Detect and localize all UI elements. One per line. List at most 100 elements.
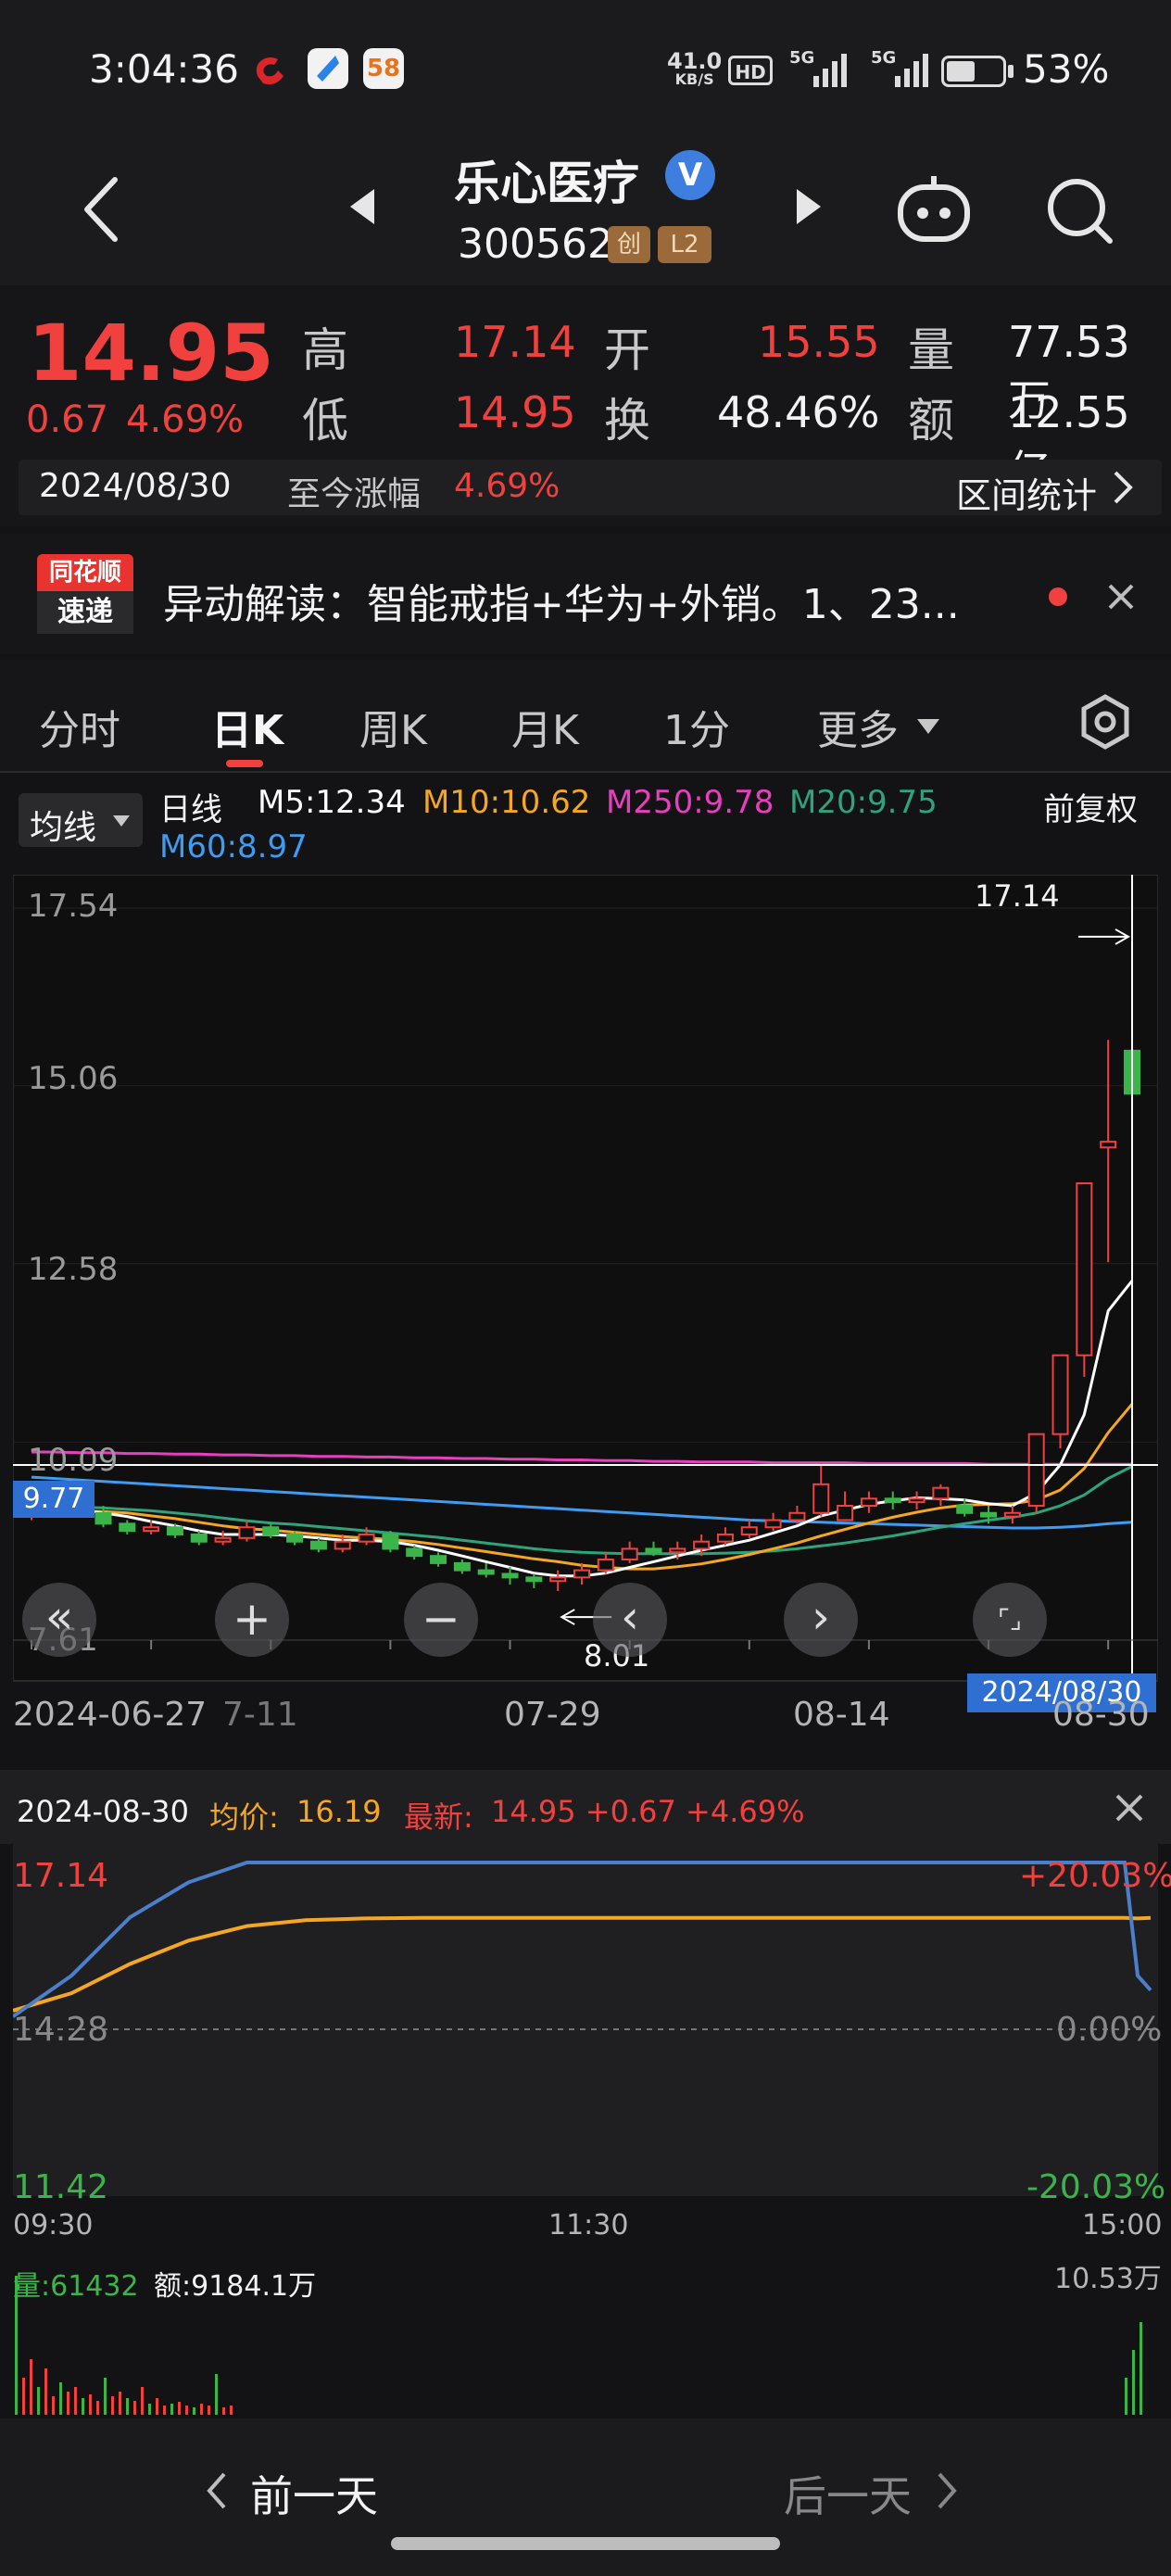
- robot-assistant-icon[interactable]: [895, 174, 973, 248]
- quote-panel: 14.95 0.67 4.69% 高 17.14 开 15.55 量 77.53…: [0, 285, 1171, 526]
- status-bar: 3:04:36 58 41.0 KB/S HD 5G 5G 53%: [0, 0, 1171, 139]
- volume-label: 量:61432: [13, 2270, 139, 2303]
- kchart-xtick-1: 7-11: [222, 1696, 298, 1734]
- scroll-left-button[interactable]: ‹: [593, 1583, 667, 1657]
- candle-body: [573, 1569, 591, 1579]
- volume-bar: [96, 2401, 99, 2415]
- stock-name: 乐心医疗: [454, 157, 639, 210]
- candle-body: [693, 1540, 711, 1550]
- high-marker-label: 17.14: [975, 878, 1060, 914]
- unread-dot: [1049, 587, 1067, 606]
- stock-code: 300562: [458, 221, 613, 268]
- intraday-time-2: 15:00: [1082, 2209, 1163, 2241]
- volume-label: 量: [908, 323, 954, 377]
- candle-body: [382, 1533, 399, 1550]
- volume-bar: [170, 2404, 173, 2415]
- tab-more[interactable]: 更多: [817, 697, 899, 756]
- candle-body: [190, 1533, 208, 1543]
- tab-weekly-k[interactable]: 周K: [359, 697, 427, 756]
- volume-bar: [126, 2398, 129, 2415]
- candle-body: [238, 1526, 256, 1539]
- volume-bar: [74, 2387, 77, 2415]
- volume-bar: [111, 2396, 114, 2415]
- battery-tip: [1008, 65, 1014, 78]
- volume-bar: [82, 2398, 84, 2415]
- open-label: 开: [604, 323, 650, 377]
- candle-body: [740, 1526, 758, 1535]
- 58-app-icon: 58: [363, 48, 404, 89]
- fullscreen-button[interactable]: ⌜⌟: [973, 1583, 1047, 1657]
- close-icon[interactable]: [1104, 580, 1138, 617]
- kchart-ytick-2: 12.58: [28, 1251, 119, 1288]
- chevron-right-icon: [1112, 469, 1134, 510]
- kchart-ytick-3: 10.09: [28, 1442, 119, 1479]
- volume-bar: [37, 2387, 40, 2415]
- candle-body: [549, 1576, 567, 1583]
- candle-body: [1076, 1181, 1093, 1357]
- intraday-right-tick-2: -20.03%: [1026, 2168, 1166, 2206]
- chevron-right-icon: [936, 2470, 960, 2515]
- ma-select[interactable]: 均线: [19, 793, 143, 847]
- ma20-label: M20:9.75: [789, 784, 938, 821]
- tab-daily-k[interactable]: 日K: [211, 697, 283, 756]
- ma10-label: M10:10.62: [422, 784, 591, 821]
- close-icon[interactable]: [1114, 1792, 1145, 1827]
- tab-intraday[interactable]: 分时: [39, 697, 120, 756]
- price-change-pct: 4.69%: [126, 398, 245, 441]
- candle-body: [669, 1547, 686, 1554]
- back-button[interactable]: [78, 172, 124, 250]
- candle-body: [358, 1533, 375, 1543]
- candle-body: [621, 1547, 638, 1561]
- intraday-avg-label: 均价:: [209, 1799, 279, 1835]
- prev-stock-button[interactable]: [346, 185, 378, 232]
- kchart-xtick-2: 07-29: [504, 1696, 601, 1734]
- caret-down-icon: [915, 717, 941, 739]
- intraday-chart[interactable]: [13, 1844, 1158, 2205]
- scroll-right-button[interactable]: ›: [784, 1583, 858, 1657]
- volume-bar: [193, 2407, 195, 2415]
- kline-type: 日线: [159, 791, 222, 828]
- settings-icon[interactable]: [1077, 693, 1134, 754]
- next-day-button[interactable]: 后一天: [784, 2463, 912, 2524]
- intraday-left-tick-1: 14.28: [13, 2011, 109, 2049]
- volume-bar: [1125, 2378, 1127, 2415]
- open-value: 15.55: [758, 317, 880, 367]
- candle-body: [525, 1576, 543, 1583]
- date-bar[interactable]: 2024/08/30 至今涨幅 4.69% 区间统计: [19, 460, 1162, 518]
- volume-bar: [22, 2378, 25, 2415]
- since-value: 4.69%: [454, 467, 560, 505]
- ma-legend: 均线 日线 M5:12.34 M10:10.62 M250:9.78 M20:9…: [0, 773, 1171, 875]
- prev-day-button[interactable]: 前一天: [250, 2463, 378, 2524]
- volume-bar: [163, 2406, 166, 2415]
- volume-bar: [133, 2401, 136, 2415]
- candle-body: [214, 1536, 232, 1543]
- battery-fill: [947, 61, 975, 82]
- netease-music-icon: [250, 48, 291, 89]
- ma60-label: M60:8.97: [159, 828, 308, 865]
- next-stock-button[interactable]: [793, 185, 825, 232]
- low-label: 低: [302, 394, 348, 448]
- candle-body: [430, 1555, 447, 1564]
- net-speed: 41.0 KB/S: [667, 48, 723, 88]
- tab-1min[interactable]: 1分: [663, 697, 730, 756]
- zoom-in-button[interactable]: +: [215, 1583, 289, 1657]
- intraday-right-tick-1: 0.00%: [1056, 2011, 1163, 2049]
- candle-body: [1003, 1511, 1021, 1518]
- news-banner[interactable]: 同花顺 速递 异动解读：智能戒指+华为+外销。1、23...: [0, 534, 1171, 654]
- zoom-out-button[interactable]: −: [404, 1583, 478, 1657]
- search-icon[interactable]: [1043, 174, 1117, 252]
- adjust-label[interactable]: 前复权: [1043, 784, 1138, 829]
- battery-percent: 53%: [1023, 46, 1110, 92]
- volume-bar: [30, 2359, 32, 2415]
- tab-monthly-k[interactable]: 月K: [511, 697, 579, 756]
- candle-body: [143, 1526, 160, 1533]
- bottom-nav: 前一天 后一天: [0, 2418, 1171, 2576]
- range-stats-button[interactable]: 区间统计: [956, 467, 1097, 518]
- kchart-xtick-3: 08-14: [793, 1696, 890, 1734]
- scroll-start-button[interactable]: «: [22, 1583, 96, 1657]
- stock-header: 乐心医疗 V 300562 创 L2: [0, 139, 1171, 285]
- hd-icon: HD: [728, 56, 773, 85]
- intraday-header: 2024-08-30 均价: 16.19 最新: 14.95 +0.67 +4.…: [0, 1770, 1171, 1844]
- kchart-xtick-0: 2024-06-27: [13, 1696, 208, 1734]
- chevron-left-icon: [204, 2470, 228, 2515]
